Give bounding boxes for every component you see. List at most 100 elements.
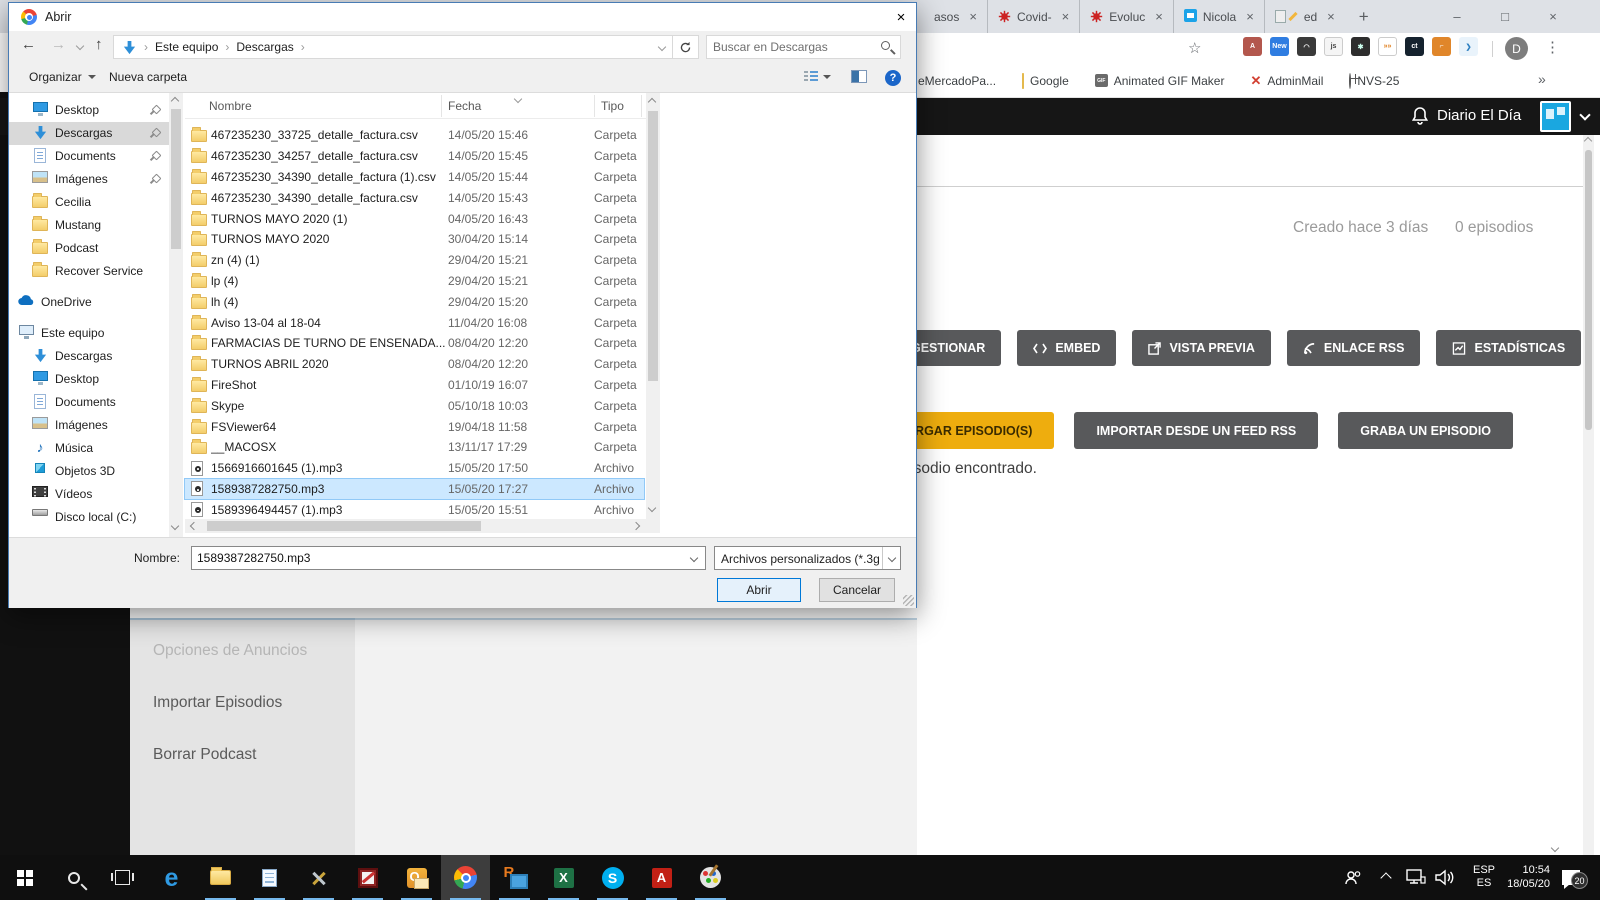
site-sidebar-link[interactable]: Opciones de Anuncios [153,642,307,660]
sidebar-item-recover-service[interactable]: Recover Service [9,260,169,283]
hammer-icon[interactable]: ⌐ [1432,37,1451,56]
js-icon[interactable]: js [1324,37,1343,56]
feather-icon[interactable]: ❯ [1459,37,1478,56]
breadcrumb[interactable]: › Este equipo › Descargas › [113,35,673,59]
open-button[interactable]: Abrir [717,578,801,602]
sidebar-item-v-deos[interactable]: Vídeos [9,483,169,506]
file-row[interactable]: FireShot01/10/19 16:07Carpeta [185,375,644,396]
invid-icon[interactable]: »» [1378,37,1397,56]
tab-close-icon[interactable]: × [1062,9,1070,24]
new-folder-button[interactable]: Nueva carpeta [109,70,187,84]
site-avatar[interactable] [1540,101,1571,132]
taskbar-notepad-icon[interactable] [245,855,294,900]
taskbar-search-icon[interactable] [49,855,98,900]
recent-locations-chevron-icon[interactable] [76,42,84,50]
help-button[interactable]: ? [885,70,901,86]
action-button[interactable]: ESTADÍSTICAS [1436,330,1581,366]
sidebar-item-m-sica[interactable]: ♪Música [9,437,169,460]
upload-button[interactable]: IMPORTAR DESDE UN FEED RSS [1074,412,1318,449]
view-mode-button[interactable] [804,70,831,83]
file-row[interactable]: 467235230_34390_detalle_factura.csv14/05… [185,187,644,208]
people-icon[interactable] [1344,855,1368,900]
new-tab-button[interactable]: + [1345,7,1383,27]
bookmark-item[interactable]: ✕AdminMail [1250,73,1323,89]
sidebar-item-podcast[interactable]: Podcast [9,237,169,260]
file-row[interactable]: TURNOS MAYO 2020 (1)04/05/20 16:43Carpet… [185,208,644,229]
tray-chevron-up-icon[interactable] [1382,855,1402,900]
breadcrumb-this-pc[interactable]: Este equipo [155,40,218,54]
tab-close-icon[interactable]: × [1155,9,1163,24]
site-brand[interactable]: Diario El Día [1437,107,1521,124]
search-icon[interactable] [881,41,890,50]
file-row[interactable]: TURNOS MAYO 202030/04/20 15:14Carpeta [185,229,644,250]
site-sidebar-link[interactable]: Importar Episodios [153,694,282,712]
page-scrollbar-thumb[interactable] [1585,150,1592,430]
browser-tab[interactable]: Nicola× [1173,0,1264,33]
taskbar-picture-manager-icon[interactable] [343,855,392,900]
clock[interactable]: 10:54 18/05/20 [1495,855,1550,900]
window-maximize-button[interactable]: □ [1488,0,1522,33]
bookmark-item[interactable]: Google [1022,74,1069,88]
browser-tab[interactable]: Covid-× [987,0,1079,33]
action-button[interactable]: ENLACE RSS [1287,330,1421,366]
breadcrumb-downloads[interactable]: Descargas [236,40,293,54]
sidebar-item-im-genes[interactable]: Imágenes [9,168,169,191]
sidebar-item-descargas[interactable]: Descargas [9,345,169,368]
file-row[interactable]: FARMACIAS DE TURNO DE ENSENADA...08/04/2… [185,333,644,354]
sidebar-item-onedrive[interactable]: OneDrive [9,291,169,314]
column-header-date[interactable]: Fecha [448,99,481,113]
action-button[interactable]: VISTA PREVIA [1132,330,1270,366]
file-list-hscrollbar-thumb[interactable] [207,521,481,531]
cancel-button[interactable]: Cancelar [819,578,895,602]
tab-close-icon[interactable]: × [1327,9,1335,24]
file-row[interactable]: 1566916601645 (1).mp315/05/20 17:50Archi… [185,458,644,479]
sidebar-item-disco-local-c-[interactable]: Disco local (C:) [9,506,169,529]
browser-menu-icon[interactable]: ⋮ [1545,38,1560,56]
notifications-bell-icon[interactable] [1410,106,1430,126]
bookmark-item[interactable]: GIFAnimated GIF Maker [1095,74,1225,88]
sidebar-item-objetos-3d[interactable]: Objetos 3D [9,460,169,483]
taskbar-edge-icon[interactable]: e [147,855,196,900]
preview-pane-button[interactable] [851,70,867,83]
column-header-type[interactable]: Tipo [601,99,624,113]
back-icon[interactable]: ← [21,36,36,53]
account-chevron-down-icon[interactable] [1579,109,1590,120]
sidebar-item-im-genes[interactable]: Imágenes [9,414,169,437]
browser-tab[interactable]: Evoluc× [1079,0,1173,33]
taskbar-outlook-icon[interactable] [392,855,441,900]
bookmark-item[interactable]: NVS-25 [1349,74,1399,88]
file-row[interactable]: 467235230_34390_detalle_factura (1).csv1… [185,167,644,188]
taskbar-task-view-icon[interactable] [98,855,147,900]
file-list-scrollbar-thumb[interactable] [648,111,658,381]
tab-close-icon[interactable]: × [1246,9,1254,24]
forward-icon[interactable]: → [51,36,66,53]
file-row[interactable]: 1589396494457 (1).mp315/05/20 15:51Archi… [185,499,644,520]
taskbar-remote-desktop-icon[interactable] [490,855,539,900]
taskbar-acrobat-icon[interactable]: A [637,855,686,900]
file-name-dropdown-icon[interactable] [690,554,698,562]
sidebar-item-documents[interactable]: Documents [9,145,169,168]
window-minimize-button[interactable]: – [1440,0,1474,33]
profile-avatar[interactable]: D [1505,37,1528,60]
browser-tab[interactable]: ed× [1264,0,1345,33]
taskbar-excel-icon[interactable]: X [539,855,588,900]
taskbar-paint-icon[interactable] [686,855,735,900]
file-row[interactable]: Skype05/10/18 10:03Carpeta [185,395,644,416]
file-row[interactable]: __MACOSX13/11/17 17:29Carpeta [185,437,644,458]
taskbar-tools-icon[interactable] [294,855,343,900]
sidebar-item-este-equipo[interactable]: Este equipo [9,322,169,345]
file-row[interactable]: TURNOS ABRIL 202008/04/20 12:20Carpeta [185,354,644,375]
browser-tab[interactable]: asos× [918,0,987,33]
sidebar-item-desktop[interactable]: Desktop [9,99,169,122]
file-row[interactable]: 467235230_34257_detalle_factura.csv14/05… [185,146,644,167]
file-row[interactable]: lp (4)29/04/20 15:21Carpeta [185,271,644,292]
sidebar-item-desktop[interactable]: Desktop [9,368,169,391]
column-header-name[interactable]: Nombre [209,99,252,113]
up-icon[interactable]: ↑ [95,36,103,53]
action-button[interactable]: EMBED [1017,330,1116,366]
new-badge-icon[interactable]: New [1270,37,1289,56]
file-row[interactable]: Aviso 13-04 al 18-0411/04/20 16:08Carpet… [185,312,644,333]
taskbar-explorer-icon[interactable] [196,855,245,900]
taskbar-skype-icon[interactable]: S [588,855,637,900]
sidebar-item-cecilia[interactable]: Cecilia [9,191,169,214]
